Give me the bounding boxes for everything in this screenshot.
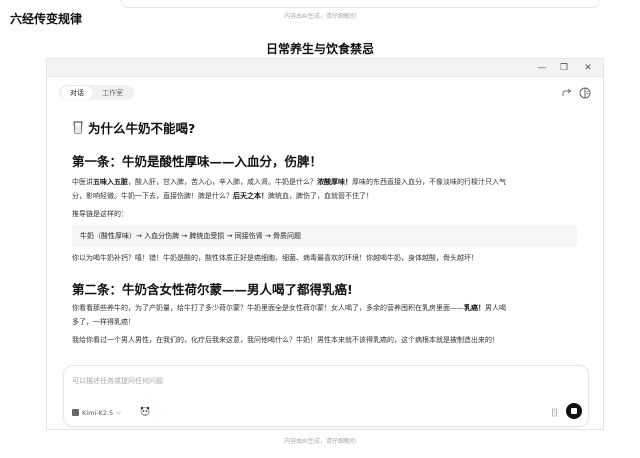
- reasoning-chain-block: 牛奶（酸性厚味）→ 入血分伤脾 → 脾统血受损 → 同接伤肾 → 骨质问题: [72, 225, 577, 247]
- section1-paragraph-line1: 中医讲五味入五脏，酸入肝，甘入脾，苦入心，辛入肺，咸入肾。牛奶是什么？浓酸厚味！…: [72, 178, 506, 186]
- section-title: 日常养生与饮食禁忌: [265, 42, 374, 56]
- model-name: Kimi-K2.5: [82, 408, 114, 417]
- panda-icon[interactable]: [140, 406, 150, 416]
- assistant-message: 为什么牛奶不能喝? 第一条：牛奶是酸性厚味——入血分，伤脾！ 中医讲五味入五脏，…: [72, 119, 582, 355]
- section1-intro: 推导链是这样的：: [72, 210, 128, 218]
- close-button[interactable]: ✕: [577, 61, 599, 75]
- window-titlebar: — ❐ ✕: [47, 59, 603, 77]
- section2-paragraph2: 我给你看过一个男人男性，在我们的，化疗后我来这意，我问他喝什么？牛奶！男性本来就…: [72, 336, 499, 344]
- panel-icon[interactable]: [579, 87, 591, 99]
- section2-paragraph-line1: 你看看那些养牛的，为了产奶量，给牛打了多少荷尔蒙？牛奶里面全是女性荷尔蒙！女人喝…: [72, 304, 506, 312]
- attach-icon[interactable]: [551, 408, 558, 417]
- section1-paragraph-line2: 分，影响轻微。牛奶一下去，直接伤脾！脾是什么？后天之本！脾统血，脾伤了，血就管不…: [72, 192, 373, 200]
- chat-window: — ❐ ✕ 对话 工作室 为什么牛奶不能喝? 第一条：牛奶是酸性厚味——入血分，…: [46, 58, 604, 430]
- top-disclaimer: 内容由AI生成，请仔细甄别: [284, 13, 356, 20]
- chat-composer: 可以描述任务或提问任何问题 Kimi-K2.5 ⌵: [63, 365, 589, 427]
- section2-heading: 第二条：牛奶含女性荷尔蒙——男人喝了都得乳癌!: [72, 282, 353, 297]
- tab-studio[interactable]: 工作室: [93, 86, 132, 100]
- section1-conclusion: 你以为喝牛奶补钙？嘻！错！牛奶是酸的，酸性体质正好是癌细胞、细菌、病毒最喜欢的环…: [72, 254, 478, 262]
- page-label: 六经传变规律: [10, 12, 83, 26]
- tab-chat[interactable]: 对话: [61, 85, 93, 100]
- stop-icon[interactable]: [566, 403, 582, 419]
- share-icon[interactable]: [561, 87, 573, 99]
- cup-icon: [73, 121, 83, 133]
- model-logo-icon: [72, 409, 79, 416]
- bottom-disclaimer: 内容由AI生成，请仔细甄别: [284, 438, 356, 445]
- previous-message-card-edge: [120, 0, 600, 8]
- mode-tabs: 对话 工作室: [59, 85, 134, 100]
- model-selector[interactable]: Kimi-K2.5 ⌵: [72, 408, 121, 417]
- maximize-button[interactable]: ❐: [553, 61, 575, 75]
- minimize-button[interactable]: —: [531, 61, 553, 75]
- article-title-text: 为什么牛奶不能喝?: [88, 120, 196, 136]
- article-title: 为什么牛奶不能喝?: [72, 119, 582, 136]
- section2-paragraph-line2: 多了，一样得乳癌！: [72, 318, 135, 326]
- section1-heading: 第一条：牛奶是酸性厚味——入血分，伤脾！: [72, 154, 323, 169]
- chevron-down-icon: ⌵: [116, 408, 122, 416]
- message-input[interactable]: 可以描述任务或提问任何问题: [72, 376, 163, 386]
